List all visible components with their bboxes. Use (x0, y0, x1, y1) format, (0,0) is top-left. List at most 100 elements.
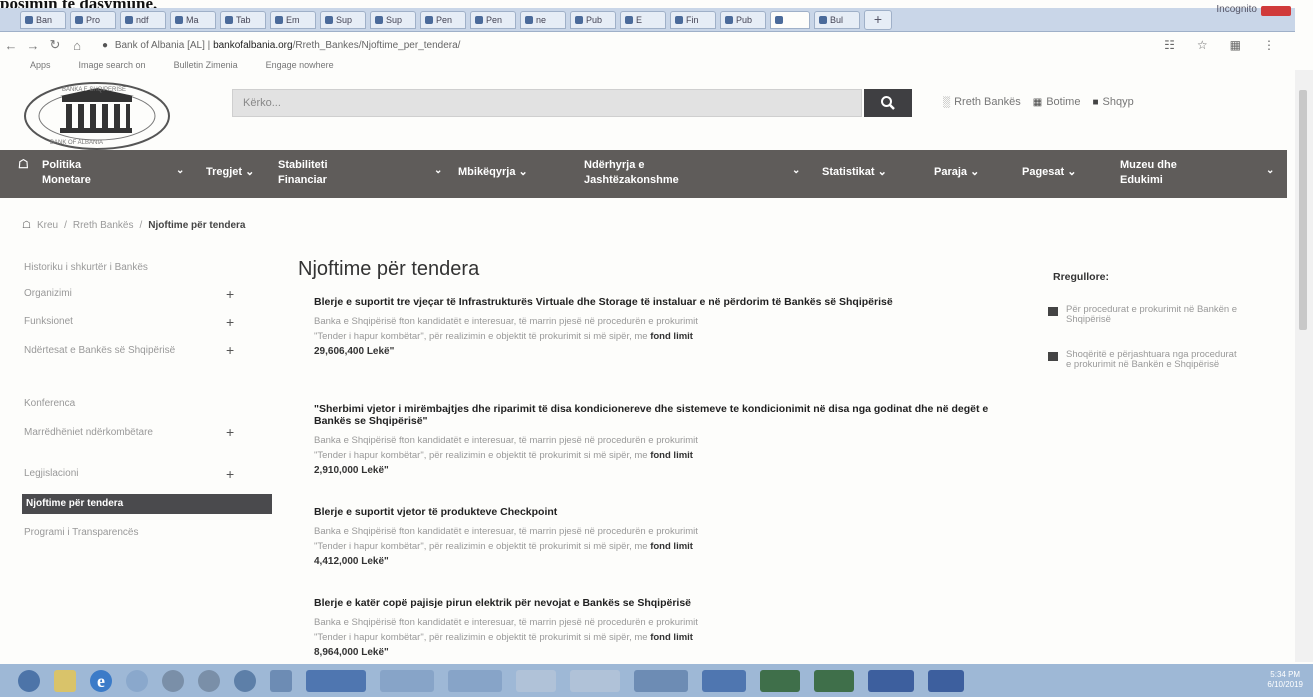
start-button-icon[interactable] (18, 669, 40, 692)
sidebar-item-nderteses[interactable]: Ndërtesat e Bankës së Shqipërisë + (22, 343, 234, 357)
sidebar-item-organizimi[interactable]: Organizimi + (22, 287, 234, 301)
chevron-down-icon[interactable]: ⌄ (434, 165, 442, 176)
browser-tab[interactable]: ne (520, 10, 566, 29)
extensions-icon[interactable]: ▦ (1230, 38, 1241, 52)
browser-tab[interactable]: ndf (120, 10, 166, 29)
bank-logo[interactable]: BANK OF ALBANIA BANKA E SHQIPERISE (22, 80, 172, 152)
nav-tregjet[interactable]: Tregjet ⌄ (206, 165, 254, 180)
tender-title-link[interactable]: Blerje e suportit vjetor të produkteve C… (314, 506, 994, 518)
tender-title-link[interactable]: Blerje e katër copë pajisje pirun elektr… (314, 597, 994, 609)
outlook-icon[interactable] (306, 669, 366, 692)
extension-icon[interactable]: ☷ (1164, 38, 1175, 52)
nav-paraja[interactable]: Paraja ⌄ (934, 165, 979, 180)
nav-nderhyrja[interactable]: Ndërhyrja e Jashtëzakonshme (584, 158, 679, 188)
lync-icon[interactable] (702, 669, 746, 692)
bookmark-item[interactable]: Engage nowhere (266, 60, 334, 70)
taskbar-clock[interactable]: 5:34 PM 6/10/2019 (1267, 670, 1303, 690)
sidebar-item-historiku[interactable]: Historiku i shkurtër i Bankës (22, 262, 148, 273)
fond-limit-label: fond limit (650, 541, 693, 552)
internet-explorer-icon[interactable]: e (90, 669, 112, 692)
breadcrumb-home[interactable]: Kreu (37, 220, 58, 231)
tender-title-link[interactable]: Blerje e suportit tre vjeçar të Infrastr… (314, 296, 994, 308)
nav-stabiliteti-financiar[interactable]: Stabiliteti Financiar (278, 158, 328, 188)
tender-description: Banka e Shqipërisë fton kandidatët e int… (314, 314, 994, 359)
sidebar-item-programi[interactable]: Programi i Transparencës (22, 527, 139, 538)
browser-tab[interactable] (770, 10, 810, 29)
reload-icon[interactable]: ↻ (44, 37, 66, 53)
plus-icon[interactable]: + (226, 287, 234, 301)
browser-tab[interactable]: Sup (370, 10, 416, 29)
header-link-language[interactable]: ■ Shqyp (1092, 96, 1133, 108)
chevron-down-icon[interactable]: ⌄ (1266, 165, 1274, 176)
url-field[interactable]: ● Bank of Albania [AL] | bankofalbania.o… (102, 40, 460, 51)
chrome-icon[interactable] (162, 669, 184, 692)
rule-link[interactable]: Shoqëritë e përjashtuara nga procedurat … (1048, 350, 1238, 370)
browser-tab[interactable]: Pro (70, 10, 116, 29)
home-icon[interactable]: ⌂ (66, 38, 88, 53)
browser-tab[interactable]: Tab (220, 10, 266, 29)
chevron-down-icon[interactable]: ⌄ (176, 165, 184, 176)
browser-tab[interactable]: Pen (470, 10, 516, 29)
sidebar-item-funksionet[interactable]: Funksionet + (22, 315, 234, 329)
browser-tab[interactable]: Bul (814, 10, 860, 29)
plus-icon[interactable]: + (226, 343, 234, 357)
home-icon[interactable]: ☖ (22, 220, 31, 231)
bookmark-item[interactable]: Image search on (79, 60, 146, 70)
sidebar-item-marredheniet[interactable]: Marrëdhëniet ndërkombëtare + (22, 425, 234, 439)
document-app-icon[interactable] (516, 669, 556, 692)
browser-tab[interactable]: E (620, 10, 666, 29)
nav-pagesat[interactable]: Pagesat ⌄ (1022, 165, 1076, 180)
tender-title-link[interactable]: "Sherbimi vjetor i mirëmbajtjes dhe ripa… (314, 403, 994, 427)
word-icon-2[interactable] (928, 669, 964, 692)
file-explorer-icon[interactable] (54, 669, 76, 692)
mail-icon[interactable] (380, 669, 434, 692)
browser-tab[interactable]: Fin (670, 10, 716, 29)
search-button[interactable] (864, 89, 912, 117)
media-player-icon[interactable] (126, 669, 148, 692)
browser-tab[interactable]: Pen (420, 10, 466, 29)
task-app-icon[interactable] (634, 669, 688, 692)
browser-tab[interactable]: Em (270, 10, 316, 29)
network-icon[interactable] (234, 669, 256, 692)
header-link-publications[interactable]: ▦ Botime (1033, 96, 1081, 108)
browser-tab[interactable]: Sup (320, 10, 366, 29)
nav-statistikat[interactable]: Statistikat ⌄ (822, 165, 887, 180)
plus-icon[interactable]: + (226, 425, 234, 439)
document-app-icon-2[interactable] (570, 669, 620, 692)
rule-link[interactable]: Për procedurat e prokurimit në Bankën e … (1048, 305, 1238, 325)
header-link-about[interactable]: ░ Rreth Bankës (943, 96, 1021, 108)
word-icon[interactable] (868, 669, 914, 692)
menu-icon[interactable]: ⋮ (1263, 38, 1275, 52)
sidebar-item-konferenca[interactable]: Konferenca (22, 398, 75, 409)
scrollbar[interactable] (1295, 70, 1313, 662)
bookmark-item[interactable]: Bulletin Zimenia (174, 60, 238, 70)
browser-tab[interactable]: Ma (170, 10, 216, 29)
chrome-icon-2[interactable] (198, 669, 220, 692)
plus-icon[interactable]: + (226, 315, 234, 329)
browser-tab[interactable]: Ban (20, 10, 66, 29)
excel-icon-2[interactable] (814, 669, 854, 692)
nav-muzeu-edukimi[interactable]: Muzeu dhe Edukimi (1120, 158, 1177, 188)
excel-icon[interactable] (760, 669, 800, 692)
browser-tab[interactable]: Pub (720, 10, 766, 29)
nav-politika-monetare[interactable]: Politika Monetare (42, 158, 91, 188)
search-input[interactable]: Kërko... (232, 89, 862, 117)
bookmark-star-icon[interactable]: ☆ (1197, 38, 1208, 52)
nav-mbikeqyrja[interactable]: Mbikëqyrja ⌄ (458, 165, 528, 180)
mail-icon-2[interactable] (448, 669, 502, 692)
browser-tab[interactable]: Pub (570, 10, 616, 29)
browser-actions: ☷ ☆ ▦ ⋮ (1164, 38, 1275, 52)
breadcrumb-parent[interactable]: Rreth Bankës (73, 220, 134, 231)
bookmark-item[interactable]: Apps (30, 60, 51, 70)
chevron-down-icon[interactable]: ⌄ (792, 165, 800, 176)
scrollbar-thumb[interactable] (1299, 90, 1307, 330)
home-nav-icon[interactable]: ☖ (18, 157, 29, 172)
window-controls[interactable] (1261, 6, 1291, 16)
sidebar-item-njoftime-active[interactable]: Njoftime për tendera (22, 494, 272, 514)
new-tab-button[interactable]: + (864, 9, 892, 30)
sidebar-item-legjislacioni[interactable]: Legjislacioni + (22, 467, 234, 481)
app-icon[interactable] (270, 669, 292, 692)
forward-icon[interactable]: → (22, 38, 44, 53)
back-icon[interactable]: ← (0, 38, 22, 53)
plus-icon[interactable]: + (226, 467, 234, 481)
